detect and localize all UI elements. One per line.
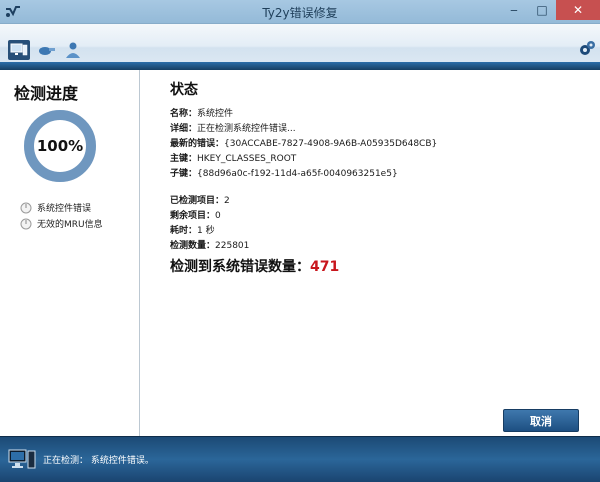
name-row: 名称：系统控件: [170, 106, 233, 119]
tools-tab-button[interactable]: [36, 40, 58, 60]
progress-title: 检测进度: [14, 84, 79, 103]
checked-items-row: 已检测项目：2: [170, 193, 230, 206]
status-title: 状态: [170, 82, 198, 98]
detail-row: 详细：正在检测系统控件错误...: [170, 121, 296, 134]
progress-panel: 检测进度 100% 系统控件错误 无效的MRU信息: [0, 70, 140, 436]
main-key-label: 主键：: [170, 154, 198, 164]
check-item-system-controls: 系统控件错误: [20, 201, 91, 214]
status-bar-text: 正在检测： 系统控件错误。: [43, 456, 154, 466]
minimize-button[interactable]: ‒: [500, 0, 528, 20]
remaining-label: 剩余项目：: [170, 211, 216, 221]
pending-circle-icon: [20, 218, 32, 229]
pending-circle-icon: [20, 202, 32, 213]
scan-monitor-icon: [10, 43, 28, 56]
check-item-label: 无效的MRU信息: [37, 220, 103, 230]
maximize-button[interactable]: □: [528, 0, 556, 20]
settings-gear-icon[interactable]: [578, 40, 596, 58]
toolbar: [0, 24, 600, 70]
computer-monitor-icon: [8, 449, 36, 469]
main-key-row: 主键：HKEY_CLASSES_ROOT: [170, 151, 296, 164]
latest-error-label: 最新的错误：: [170, 139, 225, 149]
progress-percent: 100%: [36, 137, 84, 155]
close-button[interactable]: ✕: [556, 0, 600, 20]
elapsed-row: 耗时：1 秒: [170, 223, 215, 236]
main-key-value: HKEY_CLASSES_ROOT: [197, 154, 297, 164]
detail-label: 详细：: [170, 124, 198, 134]
remaining-value: 0: [215, 211, 221, 221]
check-item-mru: 无效的MRU信息: [20, 217, 103, 230]
checked-items-value: 2: [224, 196, 230, 206]
name-value: 系统控件: [197, 109, 234, 119]
latest-error-row: 最新的错误：{30ACCABE-7827-4908-9A6B-A05935D64…: [170, 136, 437, 149]
check-count-label: 检测数量：: [170, 241, 216, 251]
sub-key-row: 子键：{88d96a0c-f192-11d4-a65f-0040963251e5…: [170, 166, 398, 179]
app-window: Ty2y错误修复 ‒ □ ✕ 检测进度 100% 系统控件错误 无效的MRU信息…: [0, 0, 600, 482]
check-count-value: 225801: [215, 241, 250, 251]
check-item-label: 系统控件错误: [37, 204, 92, 214]
scan-tab-button[interactable]: [8, 40, 30, 60]
remaining-row: 剩余项目：0: [170, 208, 221, 221]
elapsed-label: 耗时：: [170, 226, 198, 236]
sub-key-label: 子键：: [170, 169, 198, 179]
title-bar[interactable]: Ty2y错误修复 ‒ □ ✕: [0, 0, 600, 24]
window-controls: ‒ □ ✕: [500, 0, 600, 20]
status-bar: 正在检测： 系统控件错误。: [0, 436, 600, 482]
elapsed-value: 1 秒: [197, 226, 215, 236]
detail-value: 正在检测系统控件错误...: [197, 124, 296, 134]
status-panel: 状态 名称：系统控件 详细：正在检测系统控件错误... 最新的错误：{30ACC…: [141, 70, 600, 436]
sub-key-value: {88d96a0c-f192-11d4-a65f-0040963251e5}: [197, 169, 398, 179]
user-tab-button[interactable]: [62, 40, 84, 60]
check-count-row: 检测数量：225801: [170, 238, 249, 251]
name-label: 名称：: [170, 109, 198, 119]
error-count-label: 检测到系统错误数量：: [170, 259, 310, 275]
latest-error-value: {30ACCABE-7827-4908-9A6B-A05935D648CB}: [224, 139, 438, 149]
cancel-button[interactable]: 取消: [503, 409, 579, 432]
error-count-value: 471: [310, 259, 340, 275]
tools-icon: [39, 47, 55, 55]
toolbar-strip: [0, 62, 600, 70]
user-icon: [66, 42, 80, 58]
error-count-row: 检测到系统错误数量：471: [170, 256, 339, 276]
checked-items-label: 已检测项目：: [170, 196, 225, 206]
